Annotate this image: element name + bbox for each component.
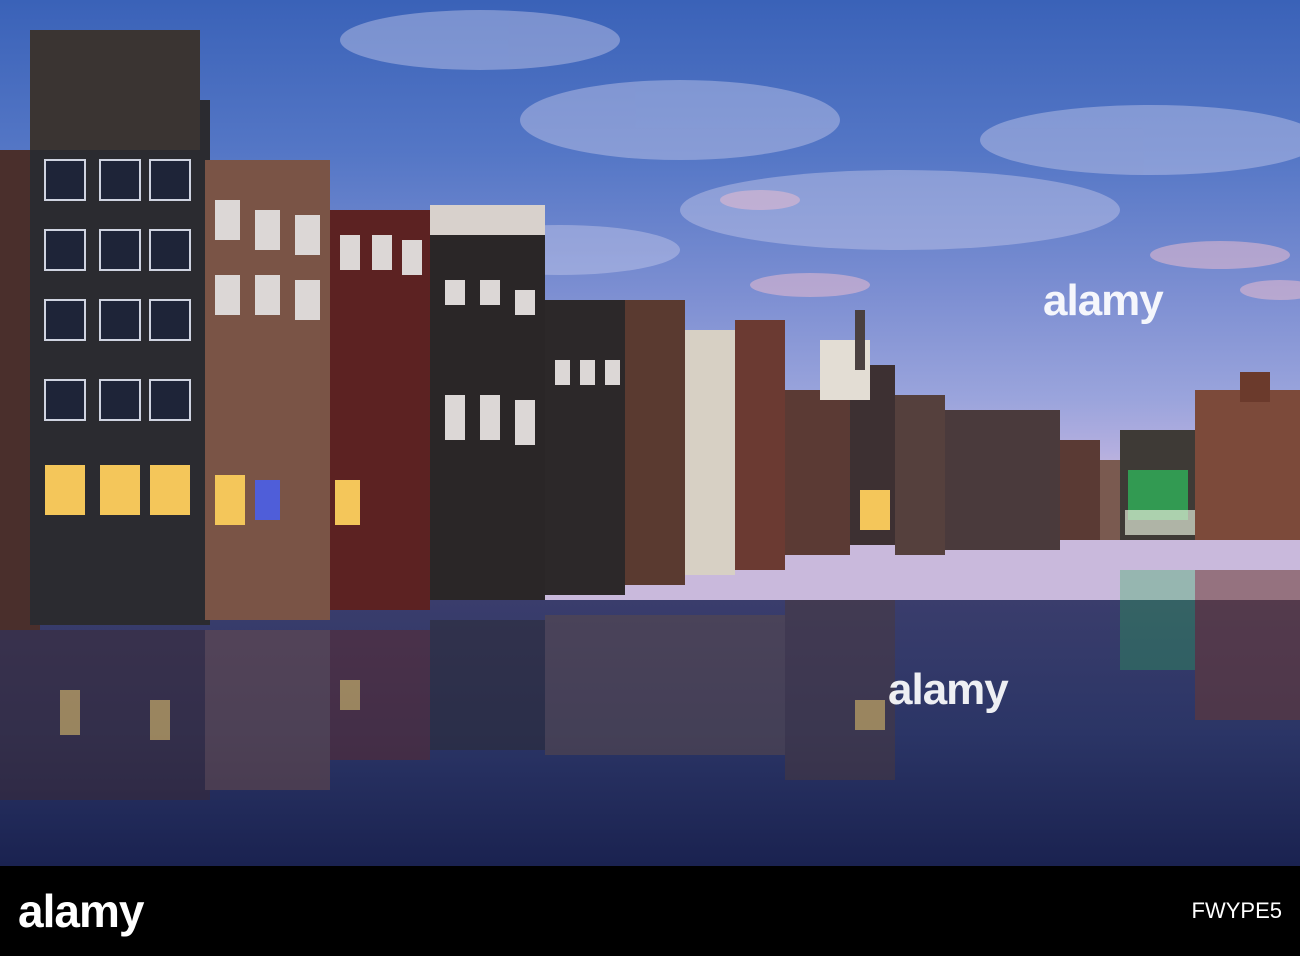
watermark-middle: alamy (888, 665, 1009, 714)
distant-buildings (895, 372, 1300, 555)
alamy-logo: alamy (18, 885, 144, 937)
stock-footer: alamy FWYPE5 (0, 866, 1300, 956)
watermark-top: alamy (1043, 276, 1164, 325)
photo: alamy alamy (0, 0, 1300, 866)
stock-image-id: FWYPE5 (1191, 898, 1282, 923)
canal-scene (0, 10, 1300, 866)
